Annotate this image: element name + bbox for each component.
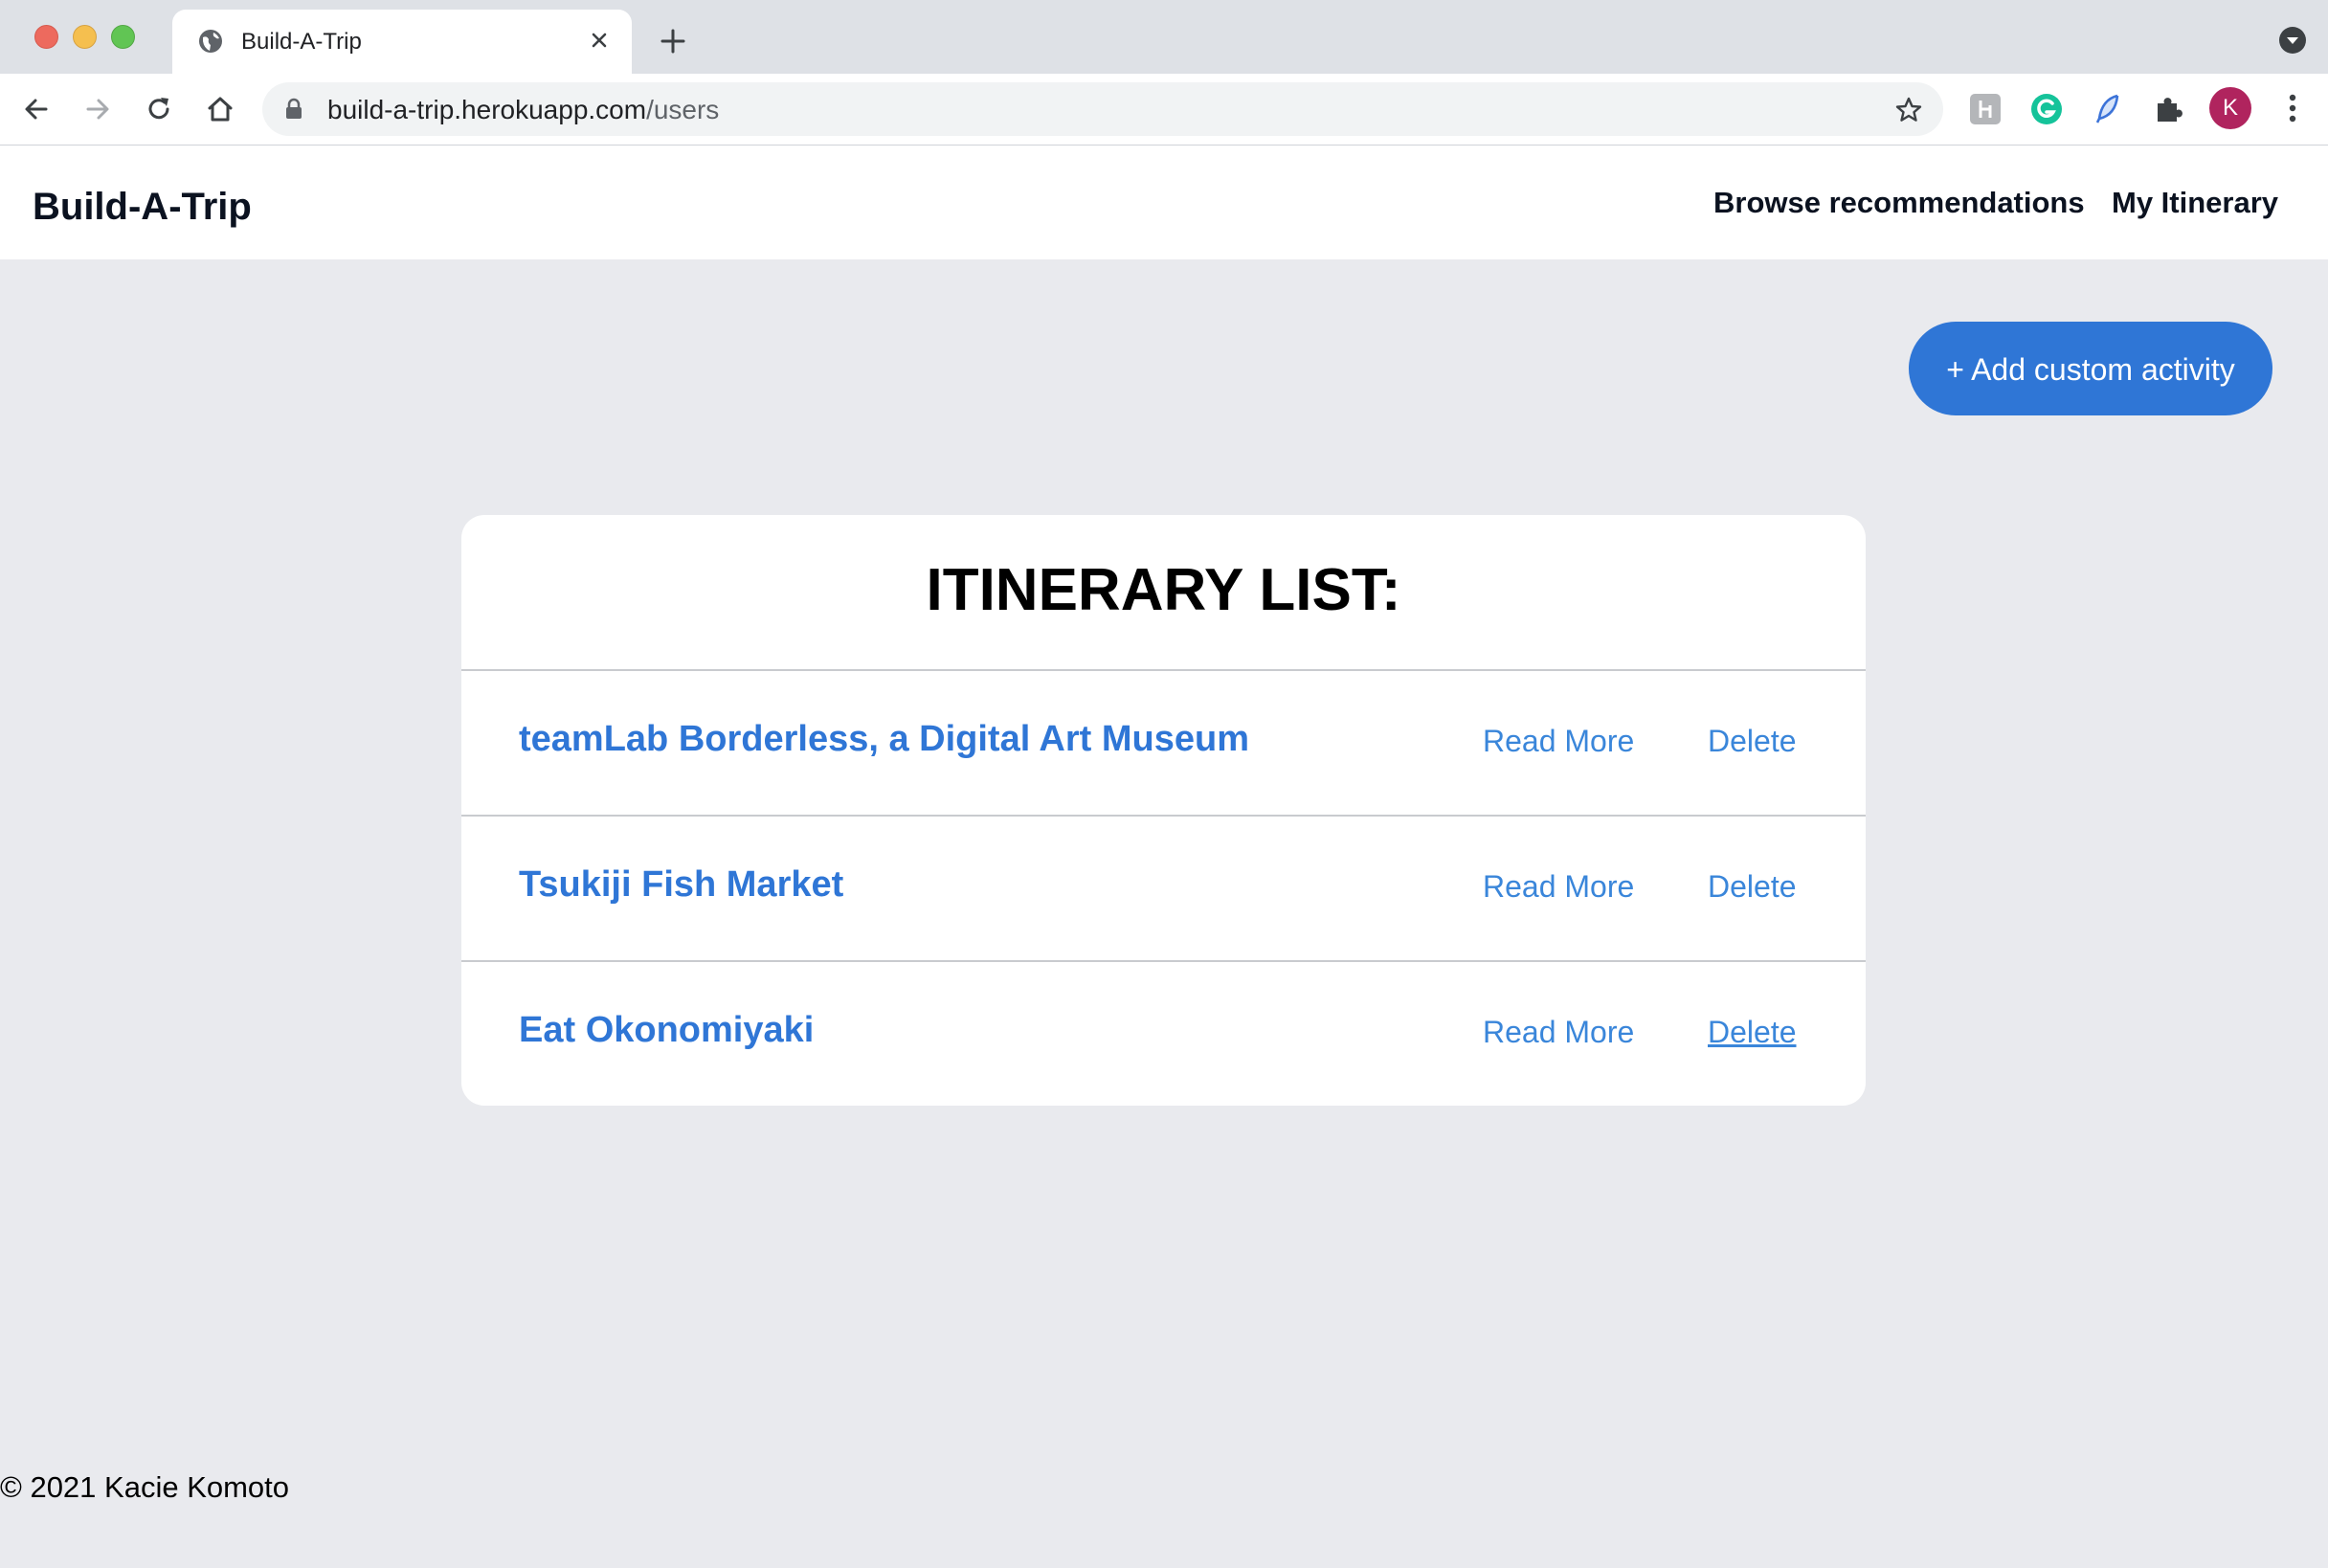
- back-arrow-icon[interactable]: [19, 92, 54, 126]
- add-custom-activity-button[interactable]: + Add custom activity: [1909, 322, 2272, 415]
- read-more-link[interactable]: Read More: [1483, 869, 1634, 905]
- browser-tab-strip: Build-A-Trip: [0, 0, 2328, 74]
- reload-icon[interactable]: [142, 92, 176, 126]
- nav-my-itinerary[interactable]: My Itinerary: [2112, 186, 2278, 220]
- itinerary-card: ITINERARY LIST: teamLab Borderless, a Di…: [461, 515, 1866, 1106]
- itinerary-row: Tsukiji Fish Market Read More Delete: [461, 817, 1866, 962]
- itinerary-item-title[interactable]: Eat Okonomiyaki: [519, 1010, 814, 1051]
- itinerary-row: teamLab Borderless, a Digital Art Museum…: [461, 671, 1866, 817]
- maximize-window-button[interactable]: [111, 25, 135, 49]
- url-text: build-a-trip.herokuapp.com/users: [327, 95, 720, 124]
- more-vertical-icon[interactable]: [2278, 91, 2307, 125]
- browser-toolbar: build-a-trip.herokuapp.com/users K: [0, 74, 2328, 146]
- itinerary-row: Eat Okonomiyaki Read More Delete: [461, 962, 1866, 1106]
- site-brand[interactable]: Build-A-Trip: [33, 186, 252, 229]
- tab-title: Build-A-Trip: [241, 29, 362, 55]
- nav-browse-recommendations[interactable]: Browse recommendations: [1713, 186, 2085, 220]
- minimize-window-button[interactable]: [73, 25, 97, 49]
- profile-avatar[interactable]: K: [2209, 87, 2251, 129]
- close-window-button[interactable]: [34, 25, 58, 49]
- chevron-down-icon[interactable]: [2278, 26, 2307, 55]
- read-more-link[interactable]: Read More: [1483, 724, 1634, 759]
- site-navbar: Build-A-Trip Browse recommendations My I…: [0, 146, 2328, 259]
- globe-icon: [199, 30, 222, 53]
- itinerary-item-title[interactable]: teamLab Borderless, a Digital Art Museum: [519, 719, 1249, 760]
- forward-arrow-icon[interactable]: [80, 92, 115, 126]
- plus-icon[interactable]: [657, 25, 689, 57]
- browser-tab[interactable]: Build-A-Trip: [172, 10, 632, 74]
- address-bar[interactable]: build-a-trip.herokuapp.com/users: [262, 82, 1943, 136]
- delete-link[interactable]: Delete: [1708, 869, 1797, 905]
- lock-icon: [286, 98, 302, 119]
- itinerary-heading: ITINERARY LIST:: [461, 515, 1866, 671]
- puzzle-piece-icon[interactable]: [2150, 90, 2188, 128]
- footer-copyright: © 2021 Kacie Komoto: [0, 1470, 290, 1504]
- home-icon[interactable]: [203, 92, 237, 126]
- bookmark-star-icon[interactable]: [1893, 95, 1924, 125]
- extension-h-icon[interactable]: [1966, 90, 2004, 128]
- itinerary-item-title[interactable]: Tsukiji Fish Market: [519, 864, 843, 906]
- grammarly-icon[interactable]: [2027, 90, 2066, 128]
- delete-link[interactable]: Delete: [1708, 724, 1797, 759]
- delete-link[interactable]: Delete: [1708, 1015, 1797, 1050]
- read-more-link[interactable]: Read More: [1483, 1015, 1634, 1050]
- close-icon[interactable]: [584, 25, 615, 56]
- feather-extension-icon[interactable]: [2089, 90, 2127, 128]
